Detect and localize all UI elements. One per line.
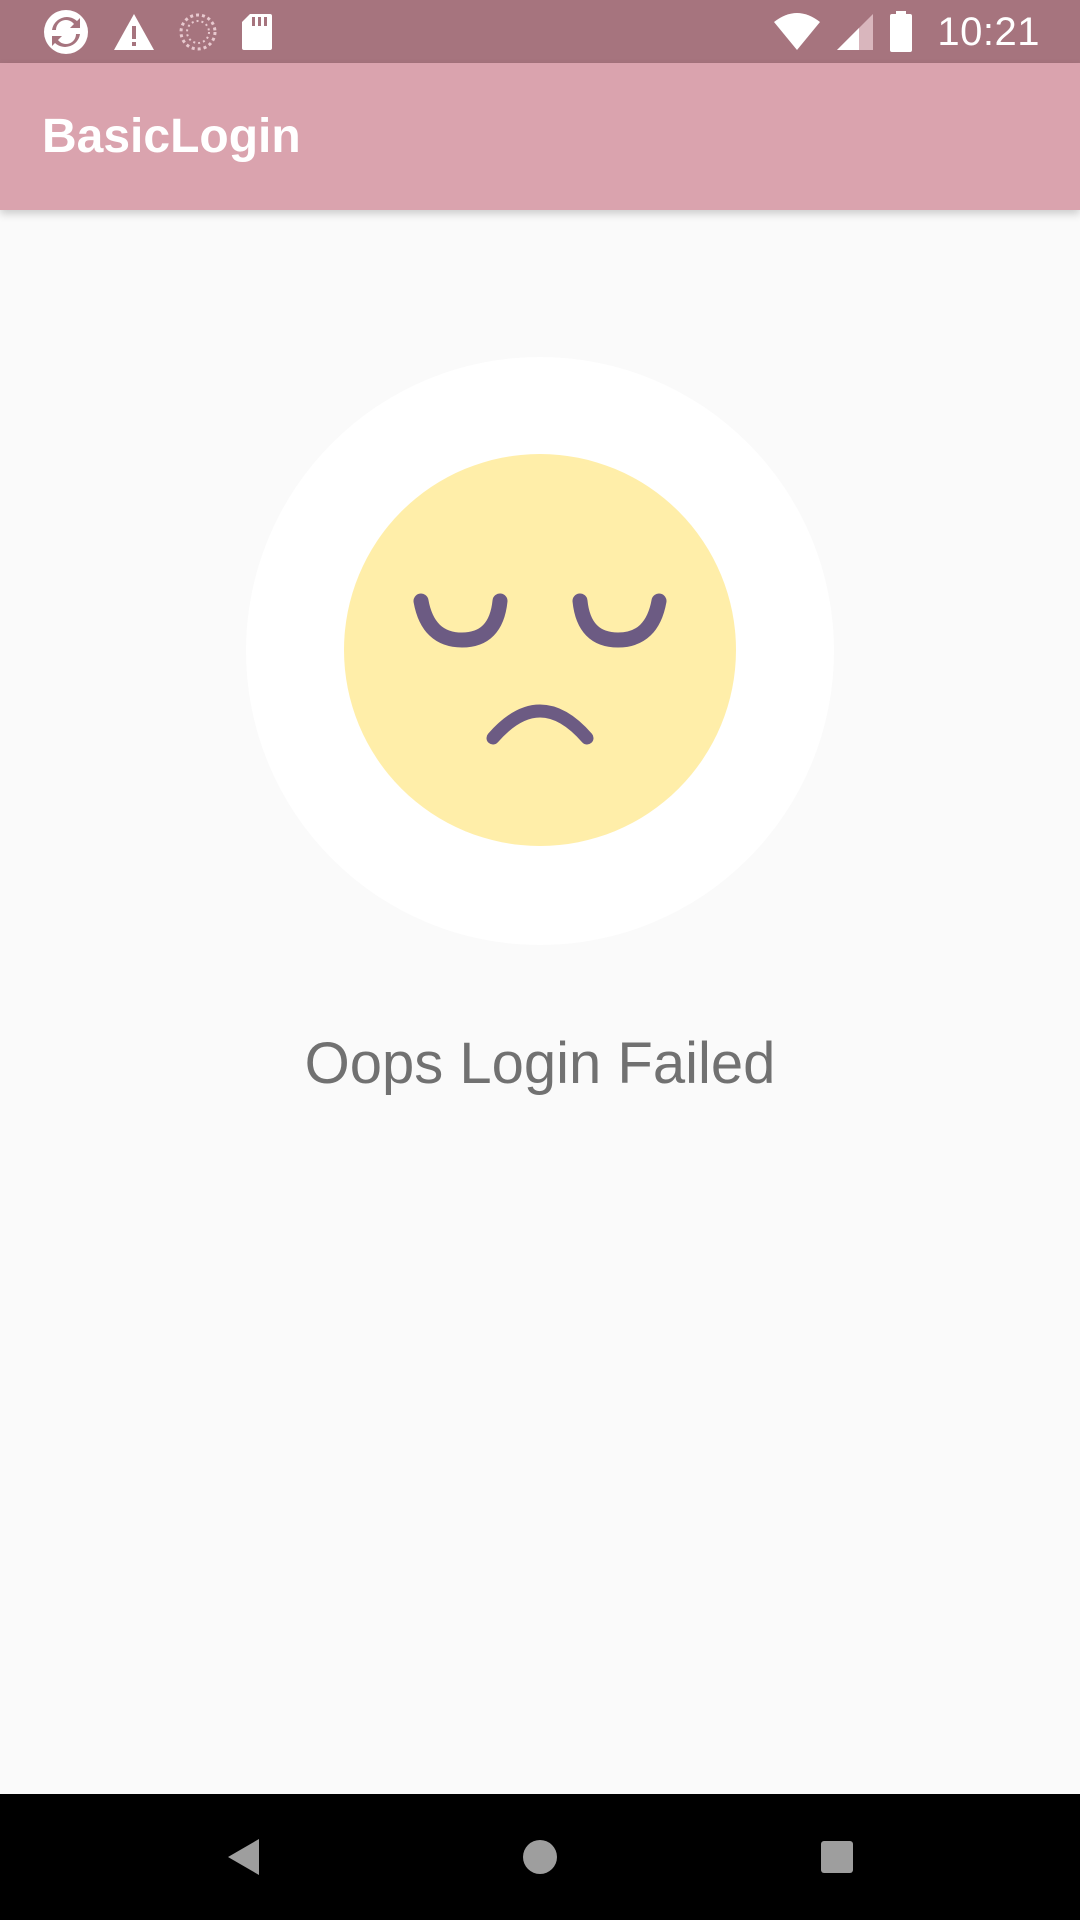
login-failed-message: Oops Login Failed (304, 1031, 776, 1096)
sync-icon (42, 8, 90, 56)
warning-icon (112, 12, 156, 52)
right-eye (572, 593, 667, 648)
status-bar: 10:21 (0, 0, 1080, 63)
sd-card-icon (240, 12, 274, 52)
status-time: 10:21 (937, 9, 1040, 54)
frown-mouth (486, 704, 594, 745)
sad-face-icon (344, 454, 736, 846)
cell-signal-icon (835, 12, 875, 52)
app-title: BasicLogin (42, 110, 301, 163)
back-icon (228, 1839, 259, 1875)
home-icon (523, 1840, 557, 1874)
left-eye (413, 593, 508, 648)
login-failed-screen: 10:21 BasicLogin Oops Login Failed (0, 0, 1080, 1920)
battery-icon (889, 11, 913, 53)
navigation-bar (0, 1794, 1080, 1920)
wifi-icon (773, 12, 821, 52)
recents-button[interactable] (807, 1827, 867, 1887)
app-bar: BasicLogin (0, 63, 1080, 210)
back-button[interactable] (213, 1827, 273, 1887)
status-left-icons (42, 8, 274, 56)
home-button[interactable] (510, 1827, 570, 1887)
status-right-icons: 10:21 (773, 8, 1040, 56)
recents-icon (821, 1841, 853, 1873)
loading-circle-icon (178, 12, 218, 52)
